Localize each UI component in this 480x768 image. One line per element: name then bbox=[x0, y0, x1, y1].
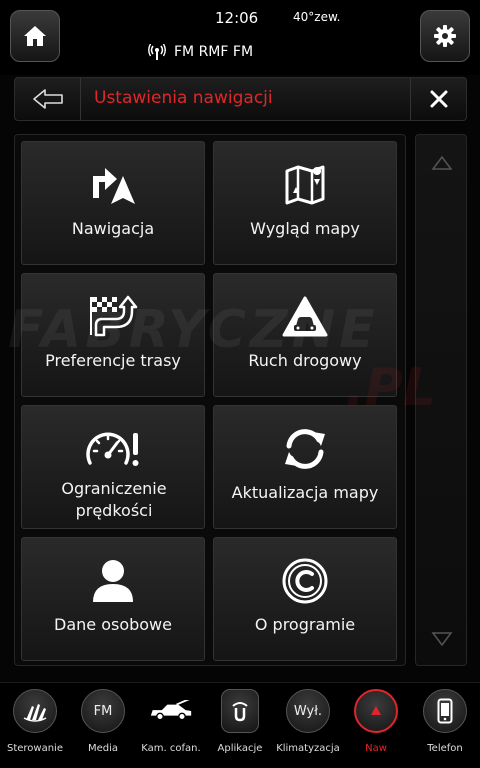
dock-label: Media bbox=[87, 743, 119, 754]
refresh-icon bbox=[285, 429, 325, 469]
back-arrow-icon bbox=[32, 89, 63, 109]
dock-label: Klimatyzacja bbox=[276, 743, 340, 754]
steering-controls-icon bbox=[23, 704, 47, 722]
tile-label: Nawigacja bbox=[71, 219, 155, 238]
speedometer-warning-icon bbox=[86, 432, 139, 466]
title-bar: Ustawienia nawigacji bbox=[14, 77, 467, 121]
tile-label: Preferencje trasy bbox=[45, 351, 181, 370]
dock-label: Aplikacje bbox=[217, 743, 263, 754]
tile-aktualizacja-mapy[interactable]: Aktualizacja mapy bbox=[213, 405, 397, 529]
dock-label: Naw bbox=[365, 743, 387, 754]
radio-status: FM RMF FM bbox=[148, 44, 253, 60]
media-fm-icon: FM bbox=[81, 689, 125, 733]
dock-item-telefon[interactable]: Telefon bbox=[410, 689, 480, 765]
apps-icon bbox=[232, 702, 248, 722]
dock-label: Kam. cofan. bbox=[141, 743, 201, 754]
radio-station: FM RMF FM bbox=[174, 44, 254, 60]
tile-label: Ruch drogowy bbox=[248, 351, 362, 370]
turn-arrow-nav-icon bbox=[93, 168, 135, 204]
phone-icon bbox=[437, 698, 453, 724]
climate-icon: Wył. bbox=[286, 689, 330, 733]
scrollbar[interactable] bbox=[415, 134, 467, 666]
scroll-down-icon[interactable] bbox=[431, 631, 453, 647]
tile-label: Wygląd mapy bbox=[250, 219, 360, 238]
tile-wyglad-mapy[interactable]: Wygląd mapy bbox=[213, 141, 397, 265]
gear-icon bbox=[434, 25, 456, 47]
clock: 12:06 bbox=[215, 9, 259, 27]
tile-preferencje-trasy[interactable]: Preferencje trasy bbox=[21, 273, 205, 397]
close-button[interactable] bbox=[410, 78, 466, 120]
tile-o-programie[interactable]: O programie bbox=[213, 537, 397, 661]
tile-ograniczenie-predkosci[interactable]: Ograniczenie prędkości bbox=[21, 405, 205, 529]
dock-label: Sterowanie bbox=[6, 743, 63, 754]
rear-camera-car-icon bbox=[150, 700, 192, 721]
map-icon bbox=[285, 165, 325, 205]
navigation-icon bbox=[371, 706, 381, 715]
dock-item-kamera-cofania[interactable]: Kam. cofan. bbox=[136, 689, 206, 765]
tile-label: O programie bbox=[254, 615, 356, 634]
tile-nawigacja[interactable]: Nawigacja bbox=[21, 141, 205, 265]
close-icon bbox=[430, 90, 447, 108]
checkered-flag-route-icon bbox=[90, 295, 138, 337]
tile-dane-osobowe[interactable]: Dane osobowe bbox=[21, 537, 205, 661]
copyright-icon bbox=[282, 558, 328, 604]
status-bar: 12:06 40°zew. FM RMF FM bbox=[0, 0, 480, 75]
tile-label: Aktualizacja mapy bbox=[231, 483, 379, 502]
person-icon bbox=[93, 560, 133, 602]
dock-item-media[interactable]: FM Media bbox=[68, 689, 138, 765]
outside-temperature: 40°zew. bbox=[293, 10, 341, 24]
tile-ruch-drogowy[interactable]: Ruch drogowy bbox=[213, 273, 397, 397]
dock-item-sterowanie[interactable]: Sterowanie bbox=[0, 689, 70, 765]
radio-antenna-icon bbox=[148, 44, 166, 60]
traffic-warning-icon bbox=[282, 296, 328, 337]
tile-label: Dane osobowe bbox=[54, 615, 172, 634]
tile-label: Ograniczenie prędkości bbox=[61, 479, 167, 520]
page-title: Ustawienia nawigacji bbox=[94, 88, 273, 108]
settings-grid: Nawigacja Wygląd mapy Preferencje trasy … bbox=[14, 134, 406, 666]
dock-item-klimatyzacja[interactable]: Wył. Klimatyzacja bbox=[273, 689, 343, 765]
dock-item-nawigacja[interactable]: Naw bbox=[341, 689, 411, 765]
bottom-dock: Sterowanie FM Media Kam. cofan. Aplikacj… bbox=[0, 682, 480, 768]
scroll-up-icon[interactable] bbox=[431, 155, 453, 171]
dock-label: Telefon bbox=[427, 743, 463, 754]
dock-item-aplikacje[interactable]: Aplikacje bbox=[205, 689, 275, 765]
home-button[interactable] bbox=[10, 10, 60, 62]
settings-button[interactable] bbox=[420, 10, 470, 62]
back-button[interactable] bbox=[15, 78, 81, 120]
home-icon bbox=[24, 26, 46, 46]
